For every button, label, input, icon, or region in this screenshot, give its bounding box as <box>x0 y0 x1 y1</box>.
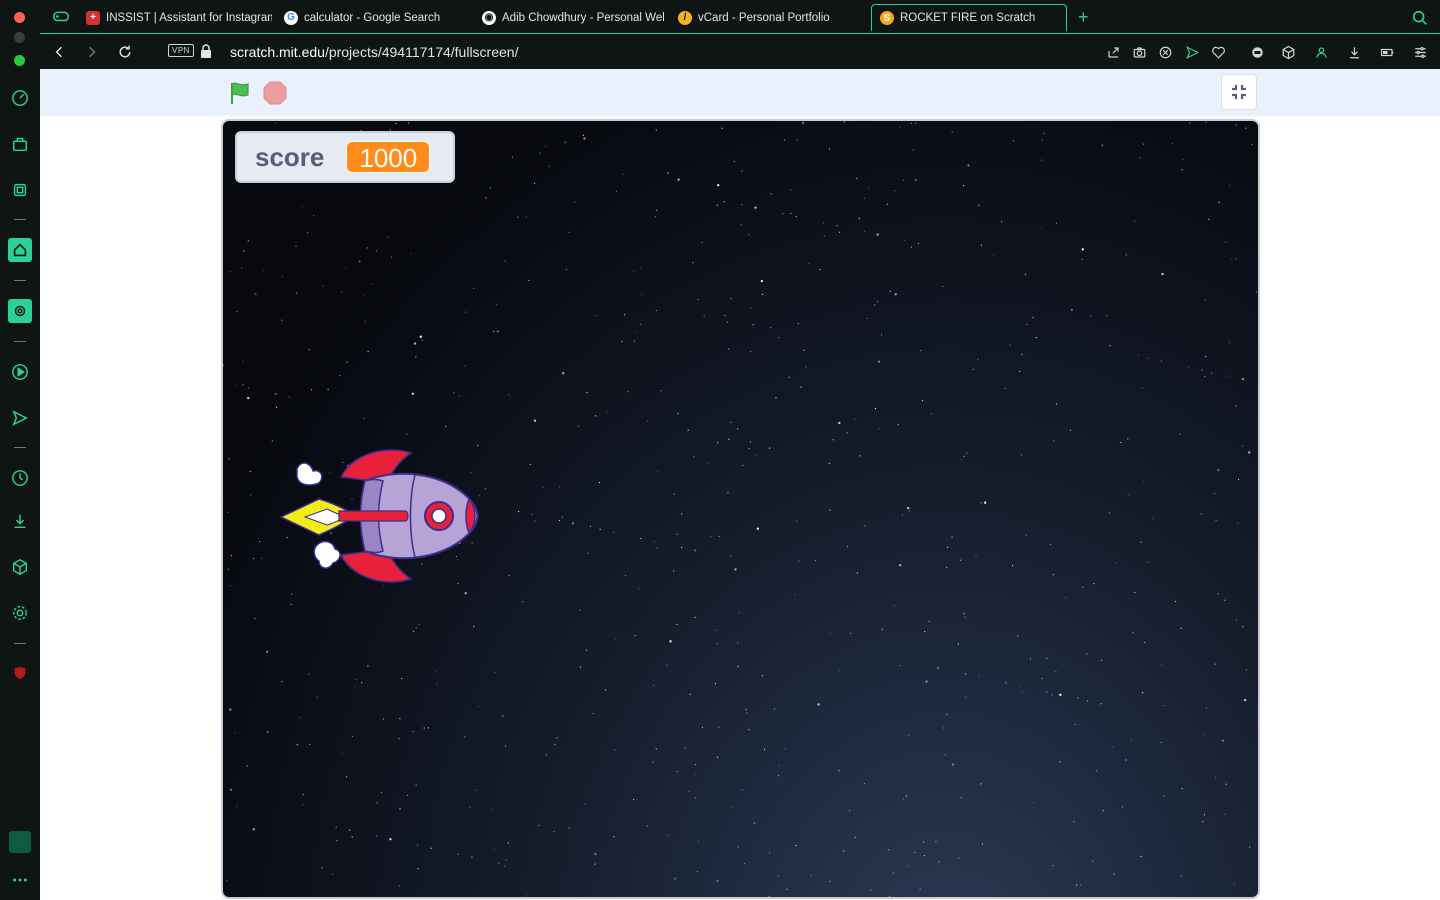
tab-vcard[interactable]: / vCard - Personal Portfolio <box>674 4 864 31</box>
plus-box-icon: + <box>86 10 100 25</box>
tab-rocket-fire[interactable]: S ROCKET FIRE on Scratch <box>871 4 1067 31</box>
unfullscreen-button[interactable] <box>1221 74 1257 110</box>
score-monitor[interactable]: score 1000 <box>235 131 455 183</box>
sidebar-app-icon[interactable] <box>9 831 31 853</box>
forward-button[interactable] <box>81 41 103 63</box>
speed-dial-icon[interactable] <box>8 86 32 110</box>
vpn-extension-icon[interactable] <box>1248 43 1266 61</box>
address-bar: VPN scratch.mit.edu/projects/494117174/f… <box>40 33 1440 69</box>
tab-bar: + INSSIST | Assistant for Instagram G ca… <box>40 0 1440 33</box>
url-path: /projects/494117174/fullscreen/ <box>324 44 519 60</box>
tab-label: calculator - Google Search <box>304 11 441 24</box>
player-icon[interactable] <box>8 360 32 384</box>
history-icon[interactable] <box>8 466 32 490</box>
camera-icon[interactable] <box>1130 43 1148 61</box>
maximize-window-button[interactable] <box>14 55 25 66</box>
battery-icon[interactable] <box>1378 43 1396 61</box>
back-button[interactable] <box>48 41 70 63</box>
heart-icon[interactable] <box>1209 43 1227 61</box>
tab-label: ROCKET FIRE on Scratch <box>900 12 1036 24</box>
settings-icon[interactable] <box>8 601 32 625</box>
lock-icon[interactable] <box>200 44 212 58</box>
home-icon[interactable] <box>8 238 32 262</box>
score-label: score <box>255 141 325 172</box>
new-tab-label: + <box>1078 7 1089 27</box>
google-icon: G <box>284 10 298 25</box>
share-icon[interactable] <box>1104 43 1122 61</box>
downloads-icon[interactable] <box>8 509 32 533</box>
globe-icon: ◉ <box>482 10 496 25</box>
send-icon[interactable] <box>8 406 32 430</box>
briefcase-icon[interactable] <box>8 132 32 156</box>
profile-icon[interactable] <box>1312 43 1330 61</box>
tab-google[interactable]: G calculator - Google Search <box>280 4 470 31</box>
vpn-badge[interactable]: VPN <box>168 44 194 57</box>
score-value: 1000 <box>346 141 431 173</box>
download-icon[interactable] <box>1345 43 1363 61</box>
ublock-icon[interactable] <box>8 661 32 685</box>
cube-icon[interactable] <box>1279 43 1297 61</box>
minimize-window-button[interactable] <box>14 32 25 43</box>
vcard-icon: / <box>678 10 692 25</box>
close-window-button[interactable] <box>14 12 25 23</box>
scratch-stage[interactable]: score 1000 <box>221 119 1260 899</box>
url-host: scratch.mit.edu <box>230 44 325 60</box>
tab-label: vCard - Personal Portfolio <box>698 11 830 24</box>
reload-button[interactable] <box>114 41 136 63</box>
cube-icon[interactable] <box>8 555 32 579</box>
gamepad-icon[interactable] <box>49 4 73 28</box>
send-icon[interactable] <box>1183 43 1201 61</box>
url-field[interactable]: scratch.mit.edu/projects/494117174/fulls… <box>230 44 518 60</box>
tab-adib[interactable]: ◉ Adib Chowdhury - Personal Website <box>478 4 664 31</box>
more-icon[interactable] <box>8 868 32 892</box>
tab-label: Adib Chowdhury - Personal Website <box>502 11 664 24</box>
tab-label: INSSIST | Assistant for Instagram <box>106 11 272 24</box>
sidebar <box>0 0 40 900</box>
page-content: score 1000 <box>40 69 1440 900</box>
stop-icon[interactable] <box>263 81 287 105</box>
scratch-icon: S <box>880 11 894 25</box>
unfullscreen-icon <box>1232 85 1246 99</box>
rocket-sprite[interactable] <box>279 447 479 585</box>
chatgpt-icon[interactable] <box>8 299 32 323</box>
new-tab-button[interactable]: + <box>1074 4 1098 31</box>
green-flag-icon[interactable] <box>227 80 253 106</box>
easy-setup-icon[interactable] <box>1411 43 1429 61</box>
extensions-icon[interactable] <box>8 178 32 202</box>
search-icon[interactable] <box>1408 6 1432 30</box>
tab-inssist[interactable]: + INSSIST | Assistant for Instagram <box>82 4 272 31</box>
adblock-icon[interactable] <box>1156 43 1174 61</box>
scratch-controls-bar <box>40 69 1440 116</box>
